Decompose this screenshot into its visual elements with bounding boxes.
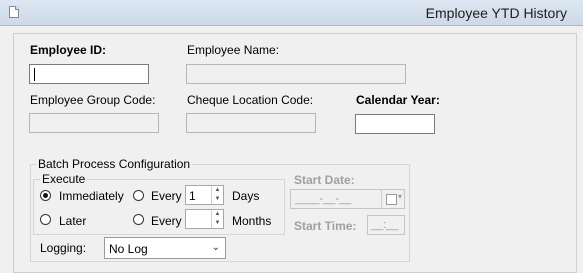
logging-value: No Log [109,242,148,256]
every-days-radio[interactable] [133,190,144,201]
employee-group-label: Employee Group Code: [30,93,156,107]
start-date-value: ____-__-__ [295,193,352,205]
batch-process-title: Batch Process Configuration [36,157,193,171]
later-radio[interactable] [40,214,51,225]
months-label: Months [232,214,272,228]
immediately-radio[interactable] [40,190,51,201]
chevron-down-icon: ▾ [397,192,402,201]
execute-title: Execute [40,172,88,186]
calendar-year-input[interactable] [355,114,435,134]
calendar-year-label: Calendar Year: [356,93,440,107]
days-value: 1 [189,189,196,203]
stepper-arrows[interactable]: ▲ ▼ [211,210,223,228]
days-stepper[interactable]: 1 ▲ ▼ [185,185,224,205]
employee-id-label: Employee ID: [30,43,107,57]
start-time-field: __:__ [367,215,405,235]
employee-name-label: Employee Name: [187,43,280,57]
every-days-label: Every [151,189,182,203]
start-time-value: __:__ [371,219,399,231]
logging-label: Logging: [40,241,87,255]
later-label: Later [59,214,87,228]
days-label: Days [232,189,260,203]
calendar-button: ▾ [381,190,404,208]
window-title: Employee YTD History [425,5,567,21]
cheque-location-field [186,113,316,133]
months-stepper[interactable]: ▲ ▼ [185,209,224,229]
employee-id-input[interactable] [29,64,149,84]
start-date-label: Start Date: [294,173,355,187]
start-time-label: Start Time: [294,219,357,233]
title-bar: Employee YTD History [0,0,583,26]
calendar-icon [386,194,397,205]
immediately-label: Immediately [59,189,124,203]
logging-select[interactable]: No Log ⌄ [104,237,226,259]
every-months-radio[interactable] [133,214,144,225]
stepper-arrows[interactable]: ▲ ▼ [211,186,223,204]
cheque-location-label: Cheque Location Code: [187,93,314,107]
start-date-picker: ____-__-__ ▾ [290,189,405,209]
chevron-down-icon: ⌄ [211,242,220,253]
document-icon [9,6,19,18]
text-caret [34,68,35,81]
employee-group-field [29,113,159,133]
employee-name-field [186,64,406,84]
every-months-label: Every [151,214,182,228]
